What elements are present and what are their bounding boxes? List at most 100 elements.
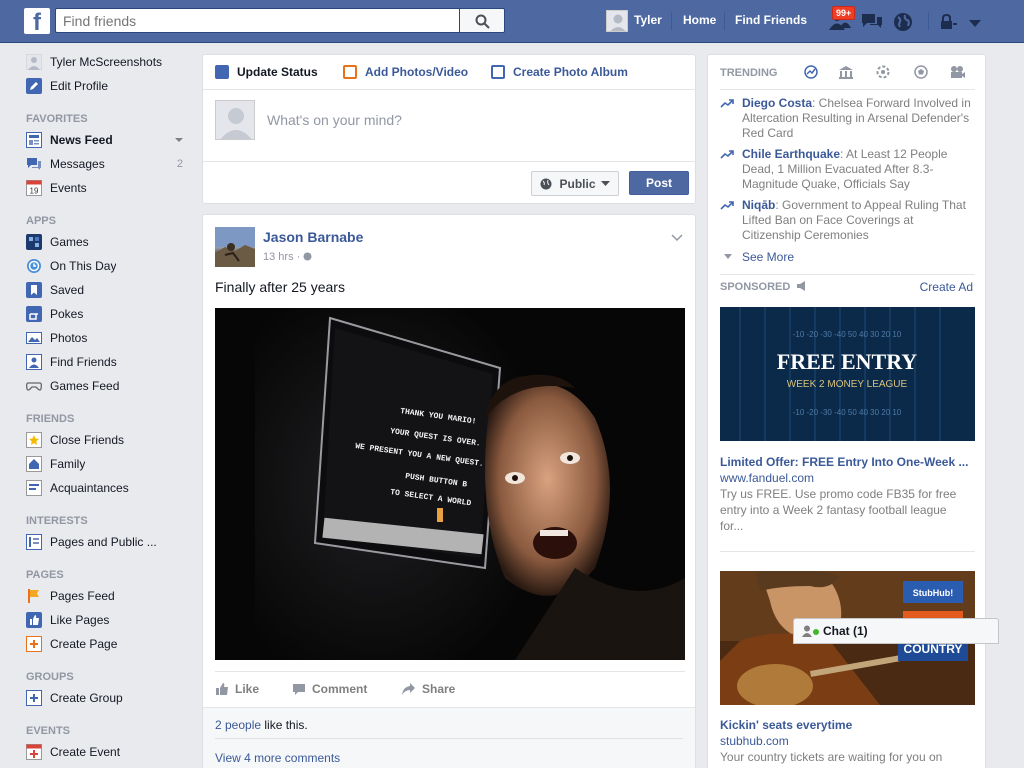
sidebar-item-pages-feed[interactable]: Pages Feed — [18, 584, 193, 608]
section-header-events[interactable]: EVENTS — [18, 714, 193, 740]
sidebar-item-acquaintances[interactable]: Acquaintances — [18, 476, 193, 500]
sidebar-item-family[interactable]: Family — [18, 452, 193, 476]
post-timestamp[interactable]: 13 hrs · — [263, 251, 312, 263]
trending-item[interactable]: Niqāb: Government to Appeal Ruling That … — [720, 198, 975, 243]
section-header-interests[interactable]: INTERESTS — [18, 504, 193, 530]
divider — [720, 274, 975, 275]
ad-image-fanduel[interactable]: -10 -20 -30 -40 50 40 30 20 10 FREE ENTR… — [720, 307, 975, 441]
tab-update-status[interactable]: Update Status — [215, 65, 318, 79]
family-house-icon — [26, 456, 42, 472]
notification-badge: 99+ — [832, 6, 856, 20]
globe-notifications-icon[interactable] — [892, 11, 914, 36]
post-author-link[interactable]: Jason Barnabe — [263, 229, 363, 245]
post-actions-bar: Like Comment Share — [215, 671, 685, 707]
left-sidebar: Tyler McScreenshots Edit Profile FAVORIT… — [18, 50, 193, 764]
trending-top-tab-icon[interactable] — [804, 65, 818, 82]
chevron-down-icon[interactable] — [175, 138, 183, 142]
post-text: Finally after 25 years — [215, 279, 345, 295]
status-input[interactable]: What's on your mind? — [267, 112, 402, 128]
person-online-icon — [802, 625, 819, 637]
create-ad-link[interactable]: Create Ad — [920, 280, 973, 294]
privacy-selector-button[interactable]: Public — [531, 171, 619, 196]
sidebar-item-label: Create Page — [50, 637, 118, 651]
sidebar-item-games[interactable]: Games — [18, 230, 193, 254]
sidebar-item-news-feed[interactable]: News Feed — [18, 128, 193, 152]
share-button[interactable]: Share — [401, 682, 455, 696]
sidebar-item-create-event[interactable]: Create Event — [18, 740, 193, 764]
sidebar-item-on-this-day[interactable]: On This Day — [18, 254, 193, 278]
section-header-apps[interactable]: APPS — [18, 204, 193, 230]
messages-icon[interactable] — [860, 11, 884, 34]
sidebar-item-pokes[interactable]: Pokes — [18, 302, 193, 326]
post-photo[interactable]: THANK YOU MARIO! YOUR QUEST IS OVER. WE … — [215, 308, 685, 660]
chat-label: Chat (1) — [823, 624, 868, 638]
facebook-logo[interactable]: f — [24, 8, 50, 34]
find-friends-link[interactable]: Find Friends — [735, 13, 807, 27]
section-header-pages[interactable]: PAGES — [18, 558, 193, 584]
sidebar-item-messages[interactable]: Messages 2 — [18, 152, 193, 176]
post-options-chevron-down-icon[interactable] — [671, 231, 683, 245]
post-time-text: 13 hrs · — [263, 251, 304, 263]
section-header-friends[interactable]: FRIENDS — [18, 402, 193, 428]
post-feedback-section: 2 people like this. View 4 more comments — [203, 707, 695, 768]
science-tab-icon[interactable] — [876, 65, 890, 82]
sidebar-item-saved[interactable]: Saved — [18, 278, 193, 302]
ad-title-link[interactable]: Limited Offer: FREE Entry Into One-Week … — [720, 455, 975, 469]
divider — [203, 161, 697, 162]
ad-url-link[interactable]: stubhub.com — [720, 734, 789, 748]
search-input[interactable] — [55, 8, 459, 33]
search-button[interactable] — [459, 8, 505, 33]
poke-hand-icon — [26, 306, 42, 322]
sports-tab-icon[interactable] — [914, 65, 928, 82]
megaphone-icon — [797, 281, 806, 291]
comment-button[interactable]: Comment — [292, 682, 367, 696]
sidebar-item-find-friends[interactable]: Find Friends — [18, 350, 193, 374]
nav-divider — [724, 12, 725, 30]
sidebar-item-edit-profile[interactable]: Edit Profile — [18, 74, 193, 98]
politics-tab-icon[interactable] — [838, 65, 854, 82]
see-more-link[interactable]: See More — [724, 250, 794, 264]
tab-add-photos-video[interactable]: Add Photos/Video — [343, 65, 468, 79]
trending-arrow-icon — [720, 201, 734, 210]
account-menu-chevron-down-icon[interactable] — [969, 17, 981, 31]
like-label: Like — [235, 682, 260, 696]
sidebar-item-create-group[interactable]: Create Group — [18, 686, 193, 710]
sidebar-item-pages-and-public[interactable]: Pages and Public ... — [18, 530, 193, 554]
clock-rewind-icon — [26, 258, 42, 274]
tab-label: Add Photos/Video — [365, 65, 469, 79]
sidebar-item-photos[interactable]: Photos — [18, 326, 193, 350]
likers-link[interactable]: 2 people — [215, 718, 261, 732]
divider — [720, 89, 975, 90]
trending-item[interactable]: Chile Earthquake: At Least 12 People Dea… — [720, 147, 975, 192]
sidebar-item-like-pages[interactable]: Like Pages — [18, 608, 193, 632]
tab-create-photo-album[interactable]: Create Photo Album — [491, 65, 628, 79]
like-button[interactable]: Like — [215, 682, 259, 696]
sidebar-item-create-page[interactable]: Create Page — [18, 632, 193, 656]
sidebar-item-events[interactable]: 19 Events — [18, 176, 193, 200]
trending-item[interactable]: Diego Costa: Chelsea Forward Involved in… — [720, 96, 975, 141]
sidebar-item-profile[interactable]: Tyler McScreenshots — [18, 50, 193, 74]
post-button[interactable]: Post — [629, 171, 689, 195]
sidebar-item-games-feed[interactable]: Games Feed — [18, 374, 193, 398]
trending-topic[interactable]: Chile Earthquake — [742, 147, 840, 161]
author-avatar[interactable] — [215, 227, 255, 267]
trending-topic[interactable]: Niqāb — [742, 198, 775, 212]
photo-icon — [343, 65, 357, 79]
find-friends-icon — [26, 354, 42, 370]
privacy-shortcuts-icon[interactable] — [940, 13, 958, 33]
avatar — [606, 10, 628, 32]
likes-summary: 2 people like this. — [215, 718, 308, 732]
ad-title-link[interactable]: Kickin' seats everytime — [720, 718, 975, 732]
entertainment-tab-icon[interactable] — [950, 65, 966, 82]
profile-name-link[interactable]: Tyler — [634, 13, 662, 27]
section-header-favorites[interactable]: FAVORITES — [18, 102, 193, 128]
chat-tab[interactable]: Chat (1) — [793, 618, 999, 644]
sidebar-item-label: Close Friends — [50, 433, 125, 447]
ad-url-link[interactable]: www.fanduel.com — [720, 471, 814, 485]
view-more-comments-link[interactable]: View 4 more comments — [215, 751, 340, 765]
trending-topic[interactable]: Diego Costa — [742, 96, 812, 110]
profile-link[interactable] — [606, 10, 628, 32]
home-link[interactable]: Home — [683, 13, 716, 27]
sidebar-item-close-friends[interactable]: Close Friends — [18, 428, 193, 452]
section-header-groups[interactable]: GROUPS — [18, 660, 193, 686]
